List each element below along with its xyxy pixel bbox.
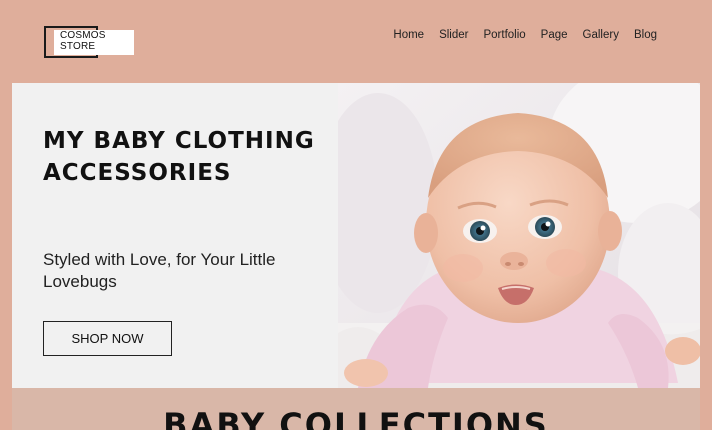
nav-slider[interactable]: Slider bbox=[439, 29, 468, 41]
store-logo[interactable]: COSMOS STORE bbox=[44, 26, 134, 58]
collections-section: BABY COLLECTIONS bbox=[12, 388, 700, 430]
nav-page[interactable]: Page bbox=[541, 29, 568, 41]
hero-title: MY BABY CLOTHING ACCESSORIES bbox=[43, 128, 315, 186]
nav-portfolio[interactable]: Portfolio bbox=[483, 29, 525, 41]
nav-gallery[interactable]: Gallery bbox=[583, 29, 619, 41]
nav-home[interactable]: Home bbox=[393, 29, 424, 41]
hero-subtitle: Styled with Love, for Your Little Lovebu… bbox=[43, 250, 276, 291]
logo-text: COSMOS STORE bbox=[60, 30, 106, 52]
main-nav: Home Slider Portfolio Page Gallery Blog bbox=[393, 29, 657, 41]
shop-now-button[interactable]: SHOP NOW bbox=[43, 321, 172, 356]
hero-panel: MY BABY CLOTHING ACCESSORIES Styled with… bbox=[12, 83, 338, 388]
site-header: COSMOS STORE Home Slider Portfolio Page … bbox=[0, 0, 712, 82]
hero-baby-image bbox=[338, 83, 700, 388]
baby-illustration bbox=[338, 83, 700, 388]
nav-blog[interactable]: Blog bbox=[634, 29, 657, 41]
collections-title: BABY COLLECTIONS bbox=[163, 406, 549, 430]
